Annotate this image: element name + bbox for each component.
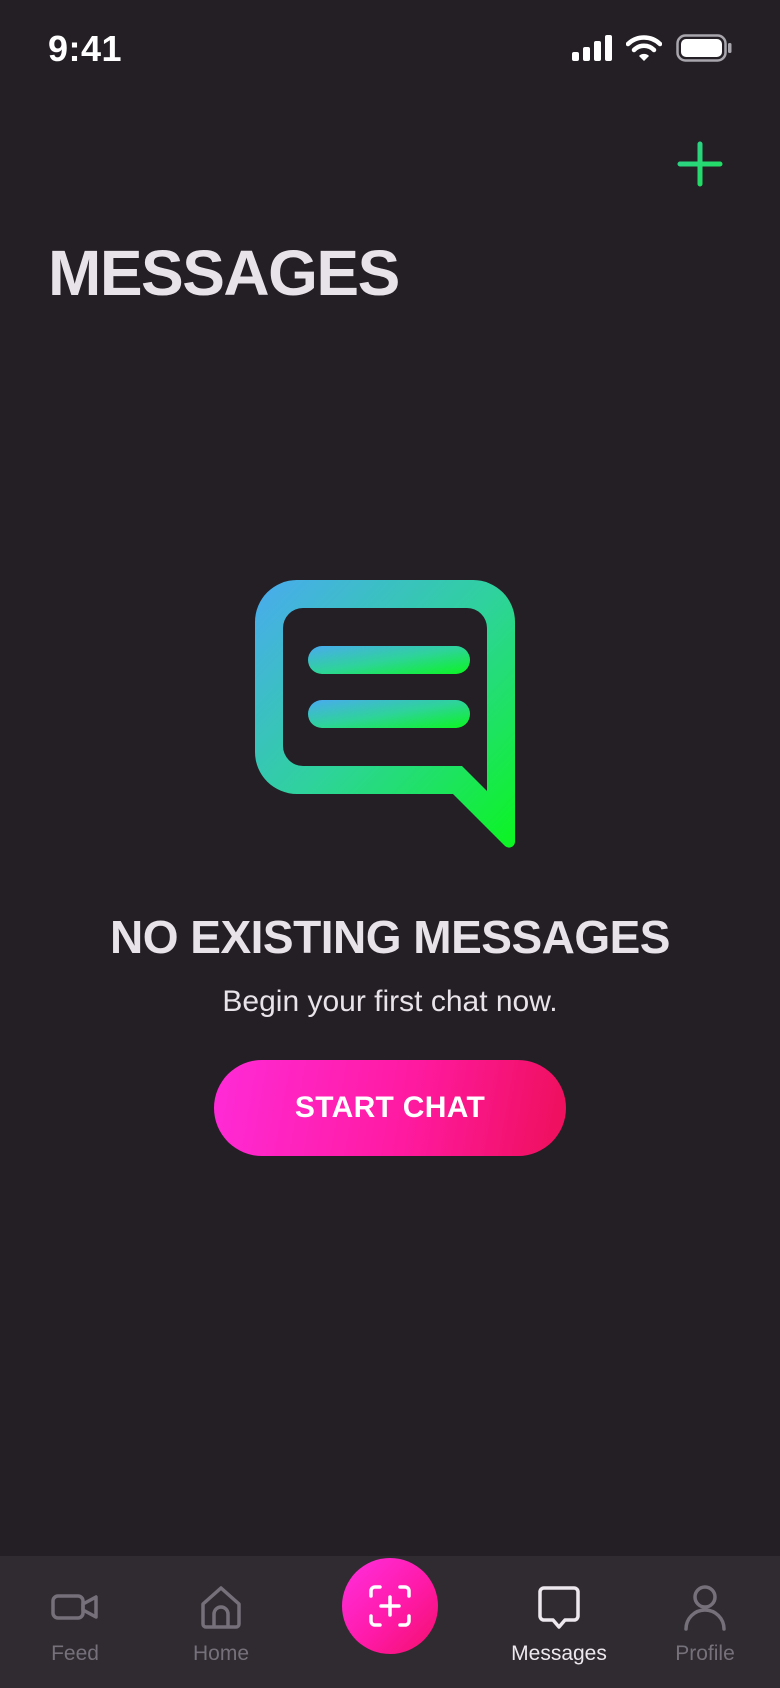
home-icon [201,1586,241,1629]
tab-home[interactable]: Home [146,1556,296,1688]
tab-label-messages: Messages [511,1642,607,1665]
status-time: 9:41 [48,28,123,69]
start-chat-button[interactable]: START CHAT [214,1060,566,1156]
chat-bubble-icon [255,580,515,848]
plus-icon [677,141,723,187]
page-title: MESSAGES [48,237,400,309]
status-icons [572,34,732,62]
video-camera-icon [51,1594,98,1620]
tab-label-profile: Profile [675,1642,735,1665]
person-icon [684,1585,726,1631]
new-message-button[interactable] [670,134,730,194]
tab-messages[interactable]: Messages [484,1556,634,1688]
status-bar: 9:41 [0,0,780,100]
scan-add-icon [369,1585,411,1627]
tab-label-feed: Feed [51,1642,99,1665]
message-bubble-icon [538,1586,580,1629]
tab-profile[interactable]: Profile [630,1556,780,1688]
tab-feed[interactable]: Feed [0,1556,150,1688]
scan-add-button[interactable] [342,1558,438,1654]
tab-label-home: Home [192,1642,250,1665]
wifi-icon [626,35,662,61]
empty-state-subtitle: Begin your first chat now. [222,985,558,1018]
signal-icon [572,35,612,61]
battery-icon [676,34,732,62]
empty-state-title: NO EXISTING MESSAGES [110,911,671,963]
